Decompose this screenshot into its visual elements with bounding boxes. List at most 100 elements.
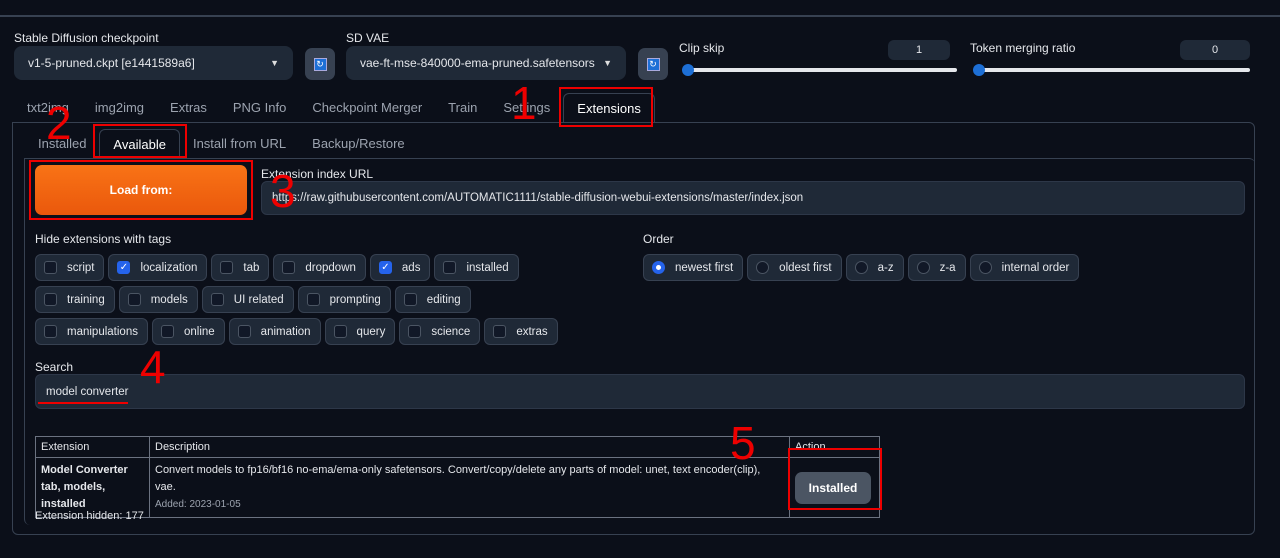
option-label: ads bbox=[401, 261, 421, 274]
tag-checkbox-query[interactable]: query bbox=[324, 318, 396, 345]
annotation-number-4: 4 bbox=[140, 341, 166, 393]
vae-value: vae-ft-mse-840000-ema-pruned.safetensors bbox=[360, 56, 595, 70]
order-option-internal-order[interactable]: internal order bbox=[969, 254, 1080, 281]
option-label: z-a bbox=[939, 261, 956, 274]
tag-checkbox-prompting[interactable]: prompting bbox=[297, 286, 391, 313]
annotation-box-1 bbox=[559, 87, 653, 127]
checkbox-icon[interactable] bbox=[333, 325, 347, 338]
refresh-checkpoint-button[interactable]: ↻ bbox=[305, 48, 335, 80]
tag-checkbox-script[interactable]: script bbox=[35, 254, 105, 281]
checkbox-icon[interactable] bbox=[403, 293, 417, 306]
order-option-newest-first[interactable]: newest first bbox=[643, 254, 744, 281]
checkbox-icon[interactable] bbox=[408, 325, 422, 338]
radio-icon[interactable] bbox=[978, 261, 992, 274]
clip-skip-slider[interactable] bbox=[682, 64, 957, 76]
option-label: oldest first bbox=[779, 261, 832, 274]
checkbox-icon[interactable] bbox=[44, 325, 57, 338]
tag-checkbox-animation[interactable]: animation bbox=[228, 318, 321, 345]
option-label: prompting bbox=[329, 293, 381, 306]
annotation-box-2 bbox=[93, 124, 187, 158]
subtab-install-from-url[interactable]: Install from URL bbox=[180, 129, 299, 159]
checkbox-icon[interactable] bbox=[127, 293, 141, 306]
checkbox-icon[interactable] bbox=[306, 293, 320, 306]
annotation-number-3: 3 bbox=[270, 165, 296, 217]
checkbox-icon[interactable] bbox=[44, 261, 57, 274]
radio-icon[interactable] bbox=[854, 261, 868, 274]
checkbox-icon[interactable] bbox=[282, 261, 296, 274]
checkpoint-value: v1-5-pruned.ckpt [e1441589a6] bbox=[28, 56, 195, 70]
refresh-vae-button[interactable]: ↻ bbox=[638, 48, 668, 80]
checkbox-icon[interactable] bbox=[44, 293, 57, 306]
option-label: script bbox=[67, 261, 95, 274]
option-label: UI related bbox=[233, 293, 284, 306]
vae-label: SD VAE bbox=[346, 31, 390, 45]
extension-tags: tab, models, installed bbox=[41, 481, 106, 510]
subtab-backup-restore[interactable]: Backup/Restore bbox=[299, 129, 418, 159]
vae-dropdown[interactable]: vae-ft-mse-840000-ema-pruned.safetensors… bbox=[346, 46, 626, 80]
tag-checkbox-localization[interactable]: ✓ localization bbox=[108, 254, 208, 281]
search-input[interactable]: model converter bbox=[35, 374, 1245, 409]
tag-checkbox-science[interactable]: science bbox=[399, 318, 481, 345]
tab-png-info[interactable]: PNG Info bbox=[220, 93, 299, 123]
checkbox-icon[interactable] bbox=[160, 325, 174, 338]
tag-checkbox-editing[interactable]: editing bbox=[394, 286, 471, 313]
token-merging-slider[interactable] bbox=[973, 64, 1250, 76]
option-label: query bbox=[356, 325, 386, 338]
order-option-a-z[interactable]: a-z bbox=[845, 254, 904, 281]
checkbox-icon[interactable] bbox=[493, 325, 507, 338]
refresh-icon: ↻ bbox=[646, 57, 660, 71]
tag-checkbox-tab[interactable]: tab bbox=[211, 254, 270, 281]
radio-icon[interactable] bbox=[916, 261, 930, 274]
checkbox-icon[interactable]: ✓ bbox=[378, 261, 392, 274]
option-label: a-z bbox=[877, 261, 894, 274]
option-label: internal order bbox=[1001, 261, 1070, 274]
tag-checkbox-dropdown[interactable]: dropdown bbox=[273, 254, 366, 281]
order-option-z-a[interactable]: z-a bbox=[907, 254, 966, 281]
col-description: Description bbox=[149, 436, 790, 458]
extension-name[interactable]: Model Converter bbox=[41, 462, 144, 479]
option-label: animation bbox=[260, 325, 311, 338]
option-label: manipulations bbox=[67, 325, 138, 338]
checkbox-icon[interactable] bbox=[220, 261, 234, 274]
radio-icon[interactable] bbox=[756, 261, 770, 274]
tab-train[interactable]: Train bbox=[435, 93, 490, 123]
checkpoint-dropdown[interactable]: v1-5-pruned.ckpt [e1441589a6] ▼ bbox=[14, 46, 293, 80]
annotation-box-3 bbox=[29, 160, 253, 220]
checkbox-icon[interactable] bbox=[210, 293, 224, 306]
slider-handle[interactable] bbox=[973, 64, 985, 76]
tag-checkbox-ui-related[interactable]: UI related bbox=[201, 286, 294, 313]
option-label: online bbox=[183, 325, 215, 338]
radio-icon[interactable] bbox=[652, 261, 665, 274]
tab-extras[interactable]: Extras bbox=[157, 93, 220, 123]
option-label: newest first bbox=[675, 261, 734, 274]
tag-checkbox-extras[interactable]: extras bbox=[484, 318, 558, 345]
annotation-box-5 bbox=[788, 448, 882, 510]
option-label: tab bbox=[243, 261, 260, 274]
option-label: installed bbox=[466, 261, 509, 274]
option-label: training bbox=[67, 293, 105, 306]
tab-checkpoint-merger[interactable]: Checkpoint Merger bbox=[299, 93, 435, 123]
tag-filter-group: script ✓ localization tab dropdown ✓ ads instal… bbox=[35, 254, 585, 345]
top-divider bbox=[0, 15, 1280, 17]
clip-skip-input[interactable]: 1 bbox=[888, 40, 950, 60]
slider-handle[interactable] bbox=[682, 64, 694, 76]
annotation-number-5: 5 bbox=[730, 417, 756, 469]
token-merging-label: Token merging ratio bbox=[970, 41, 1076, 55]
checkbox-icon[interactable] bbox=[443, 261, 457, 274]
col-extension: Extension bbox=[35, 436, 150, 458]
token-merging-input[interactable]: 0 bbox=[1180, 40, 1250, 60]
order-label: Order bbox=[643, 232, 674, 246]
option-label: science bbox=[431, 325, 471, 338]
tab-img2img[interactable]: img2img bbox=[82, 93, 157, 123]
checkbox-icon[interactable]: ✓ bbox=[117, 261, 131, 274]
option-label: extras bbox=[516, 325, 548, 338]
tag-checkbox-manipulations[interactable]: manipulations bbox=[35, 318, 148, 345]
order-option-oldest-first[interactable]: oldest first bbox=[747, 254, 842, 281]
checkbox-icon[interactable] bbox=[237, 325, 251, 338]
tag-checkbox-models[interactable]: models bbox=[118, 286, 198, 313]
index-url-input[interactable]: https://raw.githubusercontent.com/AUTOMA… bbox=[261, 181, 1245, 215]
hide-tags-label: Hide extensions with tags bbox=[35, 232, 172, 246]
tag-checkbox-ads[interactable]: ✓ ads bbox=[369, 254, 431, 281]
tag-checkbox-installed[interactable]: installed bbox=[434, 254, 519, 281]
tag-checkbox-training[interactable]: training bbox=[35, 286, 115, 313]
